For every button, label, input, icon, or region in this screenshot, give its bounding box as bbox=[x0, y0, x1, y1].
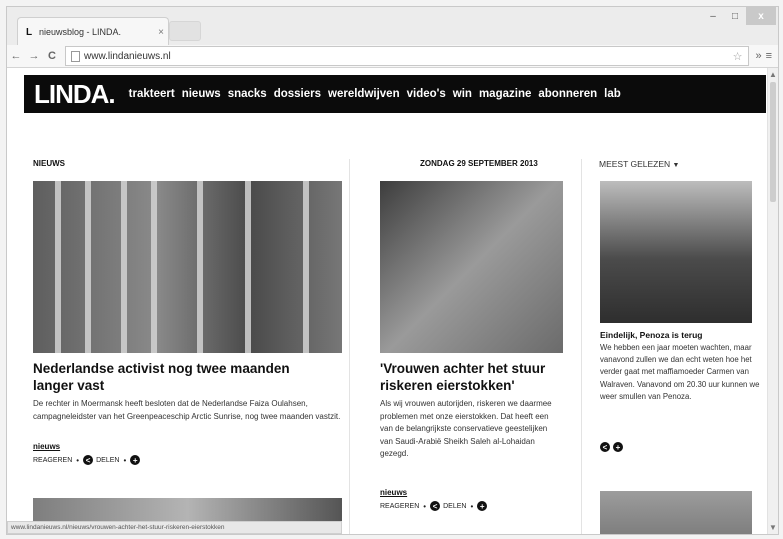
plus-icon[interactable]: + bbox=[477, 501, 488, 511]
site-navigation: LINDA. trakteert nieuws snacks dossiers … bbox=[24, 75, 766, 113]
scroll-thumb[interactable] bbox=[770, 82, 776, 202]
date-label: ZONDAG 29 SEPTEMBER 2013 bbox=[420, 159, 538, 168]
share-icon[interactable]: < bbox=[600, 442, 610, 452]
section-title: NIEUWS bbox=[33, 159, 65, 168]
page-icon bbox=[71, 50, 80, 62]
scroll-up-icon[interactable]: ▲ bbox=[769, 70, 777, 79]
linda-logo[interactable]: LINDA. bbox=[34, 79, 116, 110]
most-read-dropdown[interactable]: MEEST GELEZEN ▼ bbox=[599, 159, 679, 169]
article-2-actions: REAGEREN • < DELEN • + bbox=[380, 501, 490, 511]
react-link[interactable]: REAGEREN bbox=[33, 457, 72, 464]
prison-bar bbox=[151, 181, 157, 353]
sidebar-headline[interactable]: Eindelijk, Penoza is terug bbox=[600, 329, 760, 341]
share-icon[interactable]: < bbox=[430, 501, 441, 511]
forward-button[interactable]: → bbox=[25, 50, 43, 62]
back-button[interactable]: ← bbox=[7, 50, 25, 62]
plus-icon[interactable]: + bbox=[613, 442, 623, 452]
caret-down-icon: ▼ bbox=[672, 162, 680, 169]
nav-snacks[interactable]: snacks bbox=[228, 88, 267, 100]
scroll-down-icon[interactable]: ▼ bbox=[769, 523, 777, 532]
address-url: www.lindanieuws.nl bbox=[84, 50, 171, 62]
maximize-button[interactable]: □ bbox=[724, 7, 746, 25]
window-controls: – □ x bbox=[702, 7, 776, 25]
sidebar-next-image[interactable] bbox=[600, 491, 752, 534]
nav-win[interactable]: win bbox=[453, 88, 472, 100]
prison-bar bbox=[197, 181, 203, 353]
address-bar[interactable]: www.lindanieuws.nl ☆ bbox=[65, 46, 750, 66]
separator: • bbox=[123, 455, 127, 465]
article-2-image[interactable] bbox=[380, 181, 563, 353]
separator: • bbox=[423, 501, 427, 511]
nav-trakteert[interactable]: trakteert bbox=[129, 88, 175, 100]
vertical-scrollbar[interactable]: ▲ ▼ bbox=[767, 68, 778, 534]
browser-window: L nieuwsblog - LINDA. × – □ x ← → C www.… bbox=[6, 6, 779, 535]
sidebar-body: We hebben een jaar moeten wachten, maar … bbox=[600, 343, 760, 401]
prison-bar bbox=[85, 181, 91, 353]
article-2-tag[interactable]: nieuws bbox=[380, 488, 407, 497]
nav-abonneren[interactable]: abonneren bbox=[538, 88, 597, 100]
sidebar-image[interactable] bbox=[600, 181, 752, 323]
toolbar-right: » ≡ bbox=[755, 50, 772, 62]
column-divider bbox=[581, 159, 582, 534]
sidebar-actions: < + bbox=[600, 442, 626, 452]
prison-bar bbox=[245, 181, 251, 353]
article-1-tag[interactable]: nieuws bbox=[33, 442, 60, 451]
prison-bar bbox=[121, 181, 127, 353]
article-2-body: Als wij vrouwen autorijden, riskeren we … bbox=[380, 399, 552, 458]
article-1-actions: REAGEREN • < DELEN • + bbox=[33, 455, 143, 465]
tab-close-icon[interactable]: × bbox=[154, 27, 168, 38]
prison-bar bbox=[303, 181, 309, 353]
tab-strip: L nieuwsblog - LINDA. × – □ x bbox=[7, 7, 778, 46]
new-tab-button[interactable] bbox=[169, 21, 201, 41]
linda-favicon-icon: L bbox=[26, 26, 33, 38]
plus-icon[interactable]: + bbox=[130, 455, 141, 465]
minimize-button[interactable]: – bbox=[702, 7, 724, 25]
article-2-headline[interactable]: 'Vrouwen achter het stuur riskeren eiers… bbox=[380, 360, 570, 394]
extension-icon[interactable]: » bbox=[755, 50, 761, 62]
browser-toolbar: ← → C www.lindanieuws.nl ☆ » ≡ bbox=[7, 45, 778, 68]
page-viewport: LINDA. trakteert nieuws snacks dossiers … bbox=[7, 68, 778, 534]
column-divider bbox=[349, 159, 350, 534]
react-link[interactable]: REAGEREN bbox=[380, 503, 419, 510]
tab-title: nieuwsblog - LINDA. bbox=[39, 27, 122, 37]
status-bar: www.lindanieuws.nl/nieuws/vrouwen-achter… bbox=[7, 521, 342, 534]
nav-wereldwijven[interactable]: wereldwijven bbox=[328, 88, 400, 100]
nav-videos[interactable]: video's bbox=[407, 88, 446, 100]
article-1-image[interactable] bbox=[33, 181, 342, 353]
browser-tab[interactable]: L nieuwsblog - LINDA. × bbox=[17, 17, 169, 46]
close-window-button[interactable]: x bbox=[746, 7, 776, 25]
reload-button[interactable]: C bbox=[43, 50, 61, 62]
separator: • bbox=[76, 455, 80, 465]
nav-nieuws[interactable]: nieuws bbox=[182, 88, 221, 100]
article-1-headline[interactable]: Nederlandse activist nog twee maanden la… bbox=[33, 360, 333, 394]
nav-magazine[interactable]: magazine bbox=[479, 88, 531, 100]
separator: • bbox=[470, 501, 474, 511]
share-icon[interactable]: < bbox=[83, 455, 94, 465]
bookmark-star-icon[interactable]: ☆ bbox=[733, 50, 743, 63]
most-read-label: MEEST GELEZEN bbox=[599, 159, 671, 169]
nav-lab[interactable]: lab bbox=[604, 88, 621, 100]
menu-icon[interactable]: ≡ bbox=[766, 50, 772, 62]
share-link[interactable]: DELEN bbox=[96, 457, 119, 464]
share-link[interactable]: DELEN bbox=[443, 503, 466, 510]
nav-dossiers[interactable]: dossiers bbox=[274, 88, 321, 100]
prison-bar bbox=[55, 181, 61, 353]
article-1-body: De rechter in Moermansk heeft besloten d… bbox=[33, 399, 341, 421]
